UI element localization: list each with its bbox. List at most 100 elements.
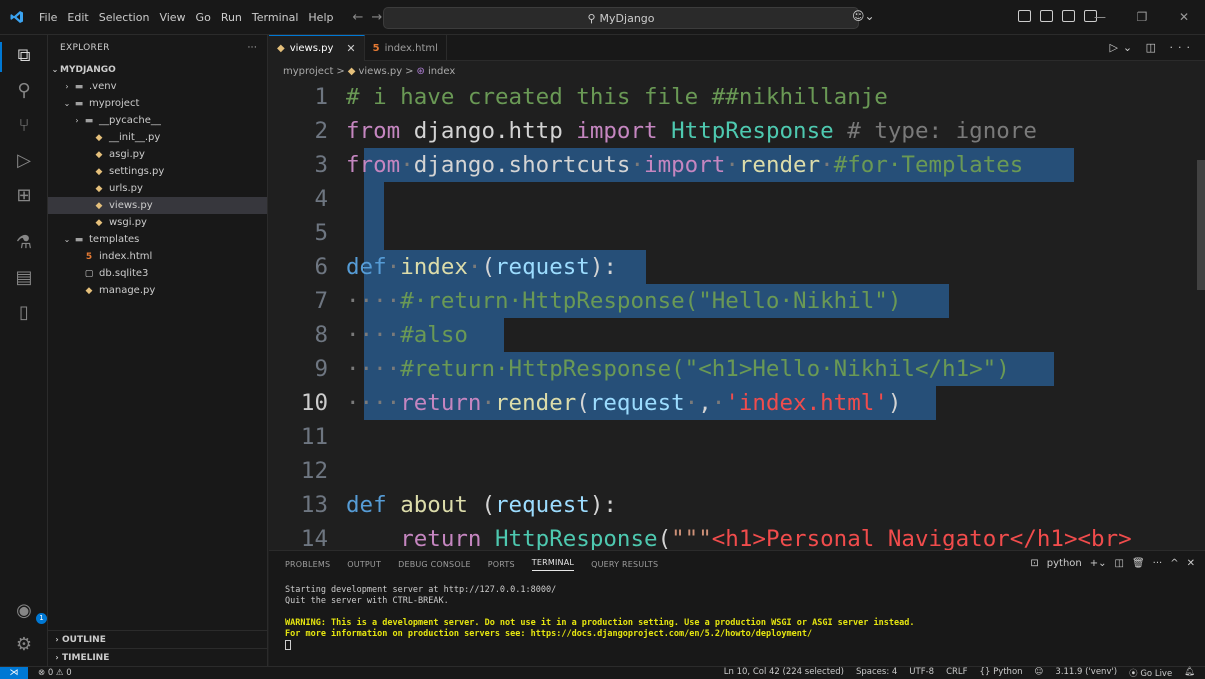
tree-item[interactable]: › ▬ __pycache__ [48, 112, 267, 129]
tree-item-label: settings.py [109, 166, 165, 177]
code-line-13: 13 def about (request): [269, 488, 617, 522]
run-debug-icon[interactable]: ▷ [12, 149, 36, 173]
close-window-icon[interactable]: ✕ [1163, 0, 1205, 35]
folder-icon: ▬ [74, 98, 84, 109]
terminal-output[interactable]: Starting development server at http://12… [269, 577, 1205, 654]
terminal-shell-name[interactable]: python [1047, 558, 1082, 569]
folder-icon: ▬ [84, 115, 94, 126]
tab-terminal[interactable]: TERMINAL [531, 558, 575, 571]
tree-item[interactable]: ◆ __init__.py [48, 129, 267, 146]
settings-gear-icon[interactable]: ⚙ [12, 633, 36, 657]
explorer-title: EXPLORER [60, 43, 110, 53]
menu-file[interactable]: File [34, 0, 62, 35]
line-number: 11 [300, 424, 328, 450]
split-terminal-icon[interactable]: ◫ [1115, 558, 1124, 569]
breadcrumb-file[interactable]: views.py [358, 66, 402, 77]
breadcrumb-separator: > [405, 65, 414, 77]
menu-view[interactable]: View [154, 0, 190, 35]
cursor-position[interactable]: Ln 10, Col 42 (224 selected) [724, 667, 844, 679]
tab-views-py[interactable]: ◆ views.py ✕ [269, 35, 365, 61]
code-line-1: 1 # i have created this file ##nikhillanj… [269, 80, 887, 114]
tree-item[interactable]: ◆ asgi.py [48, 146, 267, 163]
search-view-icon[interactable]: ⚲ [12, 79, 36, 103]
tree-item[interactable]: ⌄ ▬ myproject [48, 95, 267, 112]
python-interpreter[interactable]: 3.11.9 ('venv') [1055, 667, 1117, 679]
line-number: 14 [300, 526, 328, 550]
tree-item[interactable]: ▢ db.sqlite3 [48, 265, 267, 282]
trash-icon[interactable]: 🗑 [1132, 558, 1145, 569]
go-live-button[interactable]: ⦿ Go Live [1129, 667, 1172, 679]
python-file-icon: ◆ [95, 183, 103, 194]
menu-run[interactable]: Run [216, 0, 247, 35]
tab-debug-console[interactable]: DEBUG CONSOLE [398, 560, 471, 569]
breadcrumb-folder[interactable]: myproject [283, 66, 333, 77]
tree-item[interactable]: ◆ urls.py [48, 180, 267, 197]
testing-icon[interactable]: ⚗ [12, 231, 36, 255]
remote-explorer-icon[interactable]: ▤ [12, 266, 36, 290]
explorer-icon[interactable]: ⧉ [12, 44, 36, 68]
notifications-bell-icon[interactable]: 🔔︎ [1184, 667, 1195, 679]
tree-item[interactable]: ◆ settings.py [48, 163, 267, 180]
command-center-label: MyDjango [599, 11, 655, 25]
code-line-2: 2 from django.http import HttpResponse # … [269, 114, 1036, 148]
problems-count[interactable]: ⊗ 0 ⚠ 0 [38, 668, 72, 678]
tab-query-results[interactable]: QUERY RESULTS [591, 560, 658, 569]
menu-edit[interactable]: Edit [62, 0, 93, 35]
tab-ports[interactable]: PORTS [488, 560, 515, 569]
end-of-line[interactable]: CRLF [946, 667, 967, 679]
more-icon[interactable]: ··· [1153, 558, 1163, 569]
accounts-icon[interactable]: ◉ 1 [12, 599, 47, 624]
tree-item-label: db.sqlite3 [99, 268, 149, 279]
tree-item[interactable]: ◆ manage.py [48, 282, 267, 299]
terminal-cursor [285, 640, 291, 650]
maximize-panel-icon[interactable]: ^ [1170, 558, 1178, 569]
tree-item[interactable]: ◆ views.py [48, 197, 267, 214]
menu-go[interactable]: Go [191, 0, 216, 35]
root-label: MYDJANGO [60, 64, 116, 75]
copilot-status-icon[interactable]: ☺ [1035, 667, 1044, 679]
code-editor[interactable]: 1 # i have created this file ##nikhillanj… [269, 80, 1205, 550]
toggle-sidebar-icon[interactable] [1040, 10, 1053, 22]
tree-item[interactable]: ⌄ ▬ templates [48, 231, 267, 248]
customize-layout-icon[interactable] [1018, 10, 1031, 22]
run-split-more-icons[interactable]: ▷⌄ ◫ ··· [1109, 41, 1195, 54]
close-panel-icon[interactable]: ✕ [1187, 558, 1195, 569]
restore-icon[interactable]: ❐ [1121, 0, 1163, 35]
new-terminal-icon[interactable]: +⌄ [1090, 558, 1107, 569]
tab-index-html[interactable]: 5 index.html [365, 35, 447, 61]
more-actions-icon[interactable]: ··· [248, 43, 257, 53]
tree-root[interactable]: ⌄ MYDJANGO [48, 61, 267, 78]
menu-help[interactable]: Help [303, 0, 338, 35]
tab-label: views.py [289, 43, 334, 54]
encoding[interactable]: UTF-8 [909, 667, 934, 679]
tree-item-label: templates [89, 234, 140, 245]
outline-section[interactable]: › OUTLINE [48, 630, 268, 648]
tree-item[interactable]: ◆ wsgi.py [48, 214, 267, 231]
python-file-icon: ◆ [85, 285, 93, 296]
close-icon[interactable]: ✕ [346, 42, 355, 55]
editor-scrollbar[interactable] [1197, 160, 1205, 290]
python-file-icon: ◆ [95, 149, 103, 160]
timeline-section[interactable]: › TIMELINE [48, 648, 268, 666]
tree-item[interactable]: › ▬ .venv [48, 78, 267, 95]
python-file-icon: ◆ [95, 166, 103, 177]
tree-item[interactable]: 5 index.html [48, 248, 267, 265]
breadcrumb-symbol[interactable]: index [428, 66, 455, 77]
command-center-search[interactable]: ⚲ MyDjango [383, 7, 859, 29]
source-control-icon[interactable]: ⑂ [12, 114, 36, 138]
tab-output[interactable]: OUTPUT [347, 560, 381, 569]
indentation[interactable]: Spaces: 4 [856, 667, 897, 679]
bookmark-icon[interactable]: ▯ [12, 301, 36, 325]
language-mode[interactable]: {} Python [980, 667, 1023, 679]
toggle-panel-icon[interactable] [1062, 10, 1075, 22]
activity-bar: ⧉ ⚲ ⑂ ▷ ⊞ ⚗ ▤ ▯ ◉ 1 ⚙ [0, 35, 48, 666]
minimize-icon[interactable]: — [1079, 0, 1121, 35]
remote-indicator-icon[interactable]: ⋊ [0, 666, 28, 679]
extensions-icon[interactable]: ⊞ [12, 184, 36, 208]
menu-terminal[interactable]: Terminal [247, 0, 304, 35]
menu-selection[interactable]: Selection [94, 0, 155, 35]
terminal-blank [285, 607, 1205, 618]
python-file-icon: ◆ [95, 132, 103, 143]
copilot-icon[interactable]: ☺⌄ [852, 9, 875, 23]
tab-problems[interactable]: PROBLEMS [285, 560, 330, 569]
